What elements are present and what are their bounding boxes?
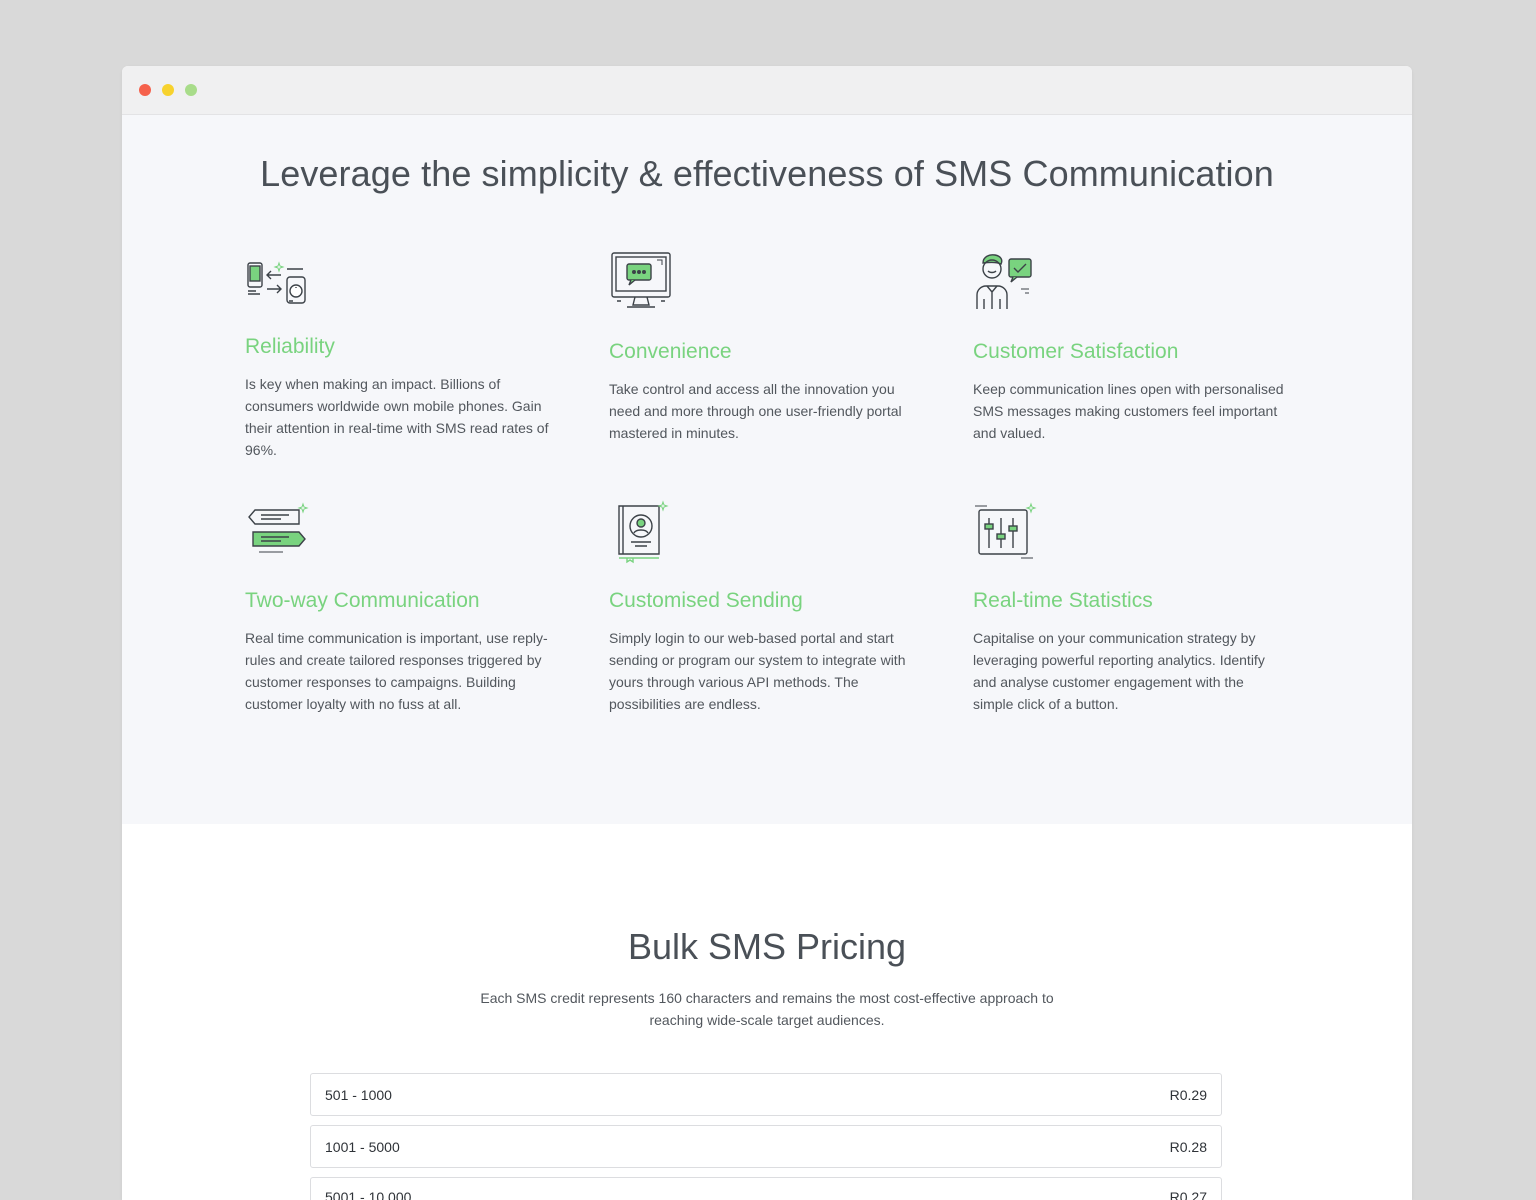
feature-customised-sending: Customised Sending Simply login to our w…: [609, 500, 929, 712]
window-titlebar: [122, 66, 1412, 115]
feature-title: Customer Satisfaction: [973, 340, 1179, 363]
pricing-tier-row[interactable]: 1001 - 5000 R0.28: [310, 1125, 1222, 1168]
minimize-window-button[interactable]: [162, 84, 174, 96]
phone-sync-icon: [245, 251, 565, 315]
feature-convenience: Convenience Take control and access all …: [609, 251, 929, 441]
close-window-button[interactable]: [139, 84, 151, 96]
feature-reliability: Reliability Is key when making an impact…: [245, 251, 565, 458]
pricing-section: Bulk SMS Pricing Each SMS credit represe…: [122, 824, 1412, 1200]
pricing-heading: Bulk SMS Pricing: [627, 926, 907, 967]
happy-customer-icon: [973, 251, 1293, 315]
monitor-chat-icon: [609, 251, 929, 315]
browser-window: Leverage the simplicity & effectiveness …: [122, 66, 1412, 1200]
tier-price: R0.27: [1169, 1189, 1207, 1200]
pricing-description: Each SMS credit represents 160 character…: [480, 990, 1054, 1028]
feature-title: Two-way Communication: [245, 589, 480, 612]
feature-title: Real-time Statistics: [973, 589, 1153, 612]
tier-price: R0.28: [1169, 1139, 1207, 1155]
two-way-chat-icon: [245, 500, 565, 564]
features-heading: Leverage the simplicity & effectiveness …: [260, 153, 1274, 194]
contact-book-icon: [609, 500, 929, 564]
feature-text: Keep communication lines open with perso…: [973, 381, 1284, 441]
feature-text: Real time communication is important, us…: [245, 630, 548, 712]
feature-title: Customised Sending: [609, 589, 803, 612]
features-section: Leverage the simplicity & effectiveness …: [122, 115, 1412, 824]
feature-real-time-statistics: Real-time Statistics Capitalise on your …: [973, 500, 1293, 712]
tier-range: 1001 - 5000: [325, 1139, 400, 1155]
tier-range: 501 - 1000: [325, 1087, 392, 1103]
feature-text: Is key when making an impact. Billions o…: [245, 376, 549, 458]
pricing-tier-row[interactable]: 501 - 1000 R0.29: [310, 1073, 1222, 1116]
feature-two-way-communication: Two-way Communication Real time communic…: [245, 500, 565, 712]
feature-customer-satisfaction: Customer Satisfaction Keep communication…: [973, 251, 1293, 441]
feature-text: Capitalise on your communication strateg…: [973, 630, 1265, 712]
feature-title: Convenience: [609, 340, 732, 363]
sliders-icon: [973, 500, 1293, 564]
feature-text: Simply login to our web-based portal and…: [609, 630, 906, 712]
maximize-window-button[interactable]: [185, 84, 197, 96]
feature-title: Reliability: [245, 335, 335, 358]
tier-price: R0.29: [1169, 1087, 1207, 1103]
pricing-tier-row[interactable]: 5001 - 10 000 R0.27: [310, 1177, 1222, 1200]
feature-text: Take control and access all the innovati…: [609, 381, 902, 441]
tier-range: 5001 - 10 000: [325, 1189, 412, 1200]
